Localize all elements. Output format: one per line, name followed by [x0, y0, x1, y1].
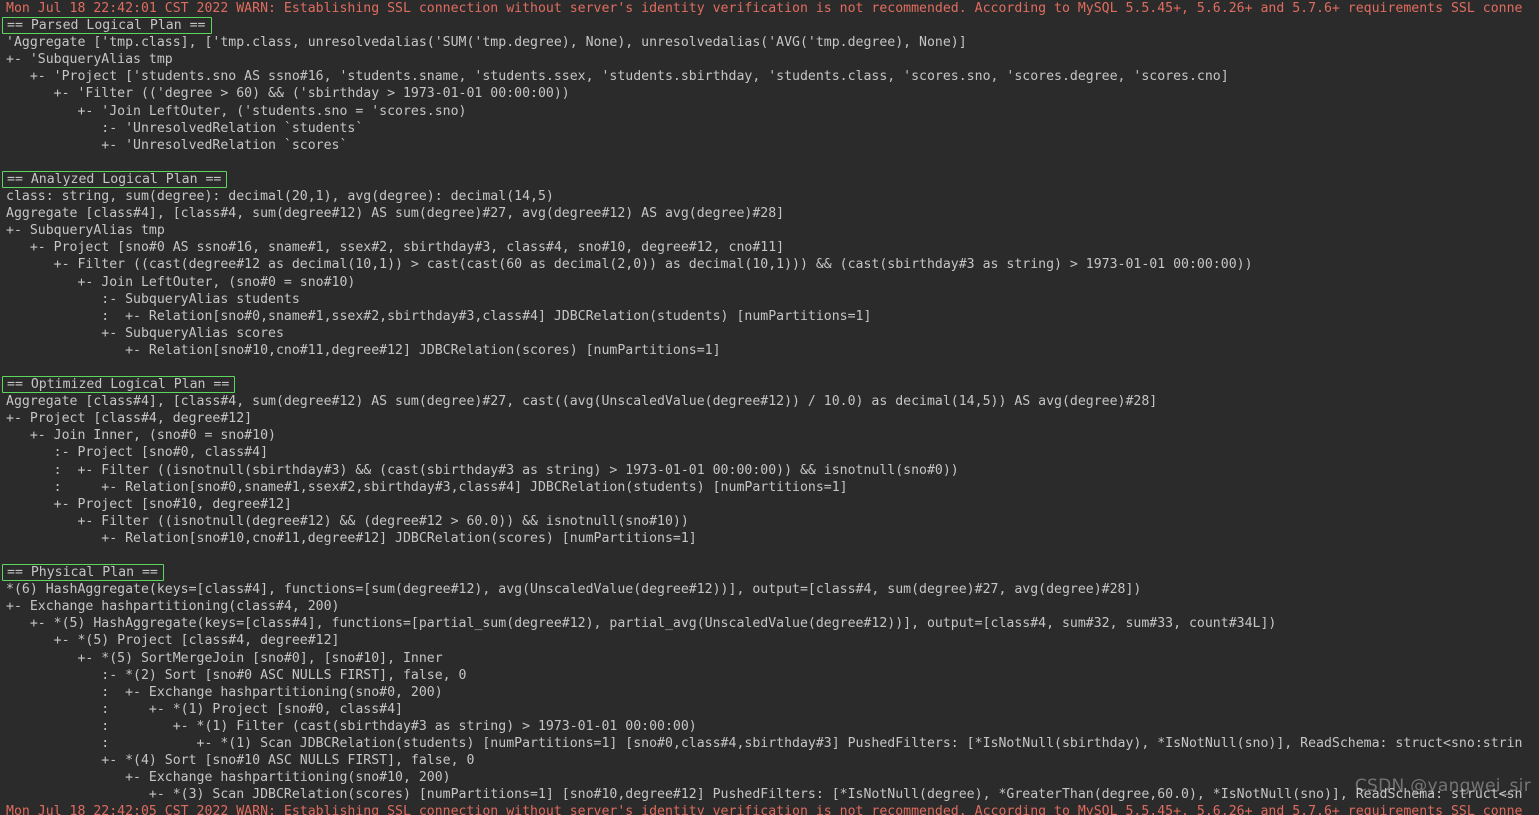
plan-line: +- *(5) Project [class#4, degree#12] — [6, 633, 340, 649]
plan-line: +- 'SubqueryAlias tmp — [6, 52, 173, 68]
plan-line: Aggregate [class#4], [class#4, sum(degre… — [6, 394, 1158, 410]
plan-line: +- Project [sno#10, degree#12] — [6, 496, 292, 512]
plan-section-header: == Parsed Logical Plan == — [0, 17, 1539, 35]
plan-line: +- 'UnresolvedRelation `scores` — [6, 137, 348, 153]
plan-line: : +- *(1) Filter (cast(sbirthday#3 as st… — [6, 718, 697, 734]
plan-line: +- Relation[sno#10,cno#11,degree#12] JDB… — [6, 530, 697, 546]
plan-line: : +- Filter ((isnotnull(sbirthday#3) && … — [6, 462, 959, 478]
plan-section-highlight-box: == Physical Plan == — [2, 564, 164, 582]
plan-line: : +- Exchange hashpartitioning(sno#0, 20… — [6, 684, 443, 700]
plan-line: +- *(3) Scan JDBCRelation(scores) [numPa… — [6, 787, 1523, 803]
plan-line: +- SubqueryAlias tmp — [6, 223, 165, 239]
plan-line: *(6) HashAggregate(keys=[class#4], funct… — [6, 582, 1142, 598]
plan-line: :- *(2) Sort [sno#0 ASC NULLS FIRST], fa… — [6, 667, 467, 683]
plan-line: :- 'UnresolvedRelation `students` — [6, 120, 364, 136]
plan-line: +- Filter ((isnotnull(degree#12) && (deg… — [6, 513, 689, 529]
plan-line: :- SubqueryAlias students — [6, 291, 300, 307]
plan-line: +- Relation[sno#10,cno#11,degree#12] JDB… — [6, 342, 721, 358]
plan-line: +- *(4) Sort [sno#10 ASC NULLS FIRST], f… — [6, 753, 475, 769]
plan-line: +- Join LeftOuter, (sno#0 = sno#10) — [6, 274, 356, 290]
plan-line: : +- Relation[sno#0,sname#1,ssex#2,sbirt… — [6, 308, 872, 324]
plan-line: : +- *(1) Scan JDBCRelation(students) [n… — [6, 736, 1523, 752]
plan-line: +- *(5) HashAggregate(keys=[class#4], fu… — [6, 616, 1277, 632]
plan-line: +- Project [class#4, degree#12] — [6, 411, 253, 427]
plan-line: +- Exchange hashpartitioning(class#4, 20… — [6, 599, 340, 615]
plan-section-header: == Optimized Logical Plan == — [0, 376, 1539, 394]
plan-section-header: == Analyzed Logical Plan == — [0, 170, 1539, 188]
plan-line: : +- *(1) Project [sno#0, class#4] — [6, 701, 403, 717]
plan-line: +- *(5) SortMergeJoin [sno#0], [sno#10],… — [6, 650, 443, 666]
plan-line: +- Join Inner, (sno#0 = sno#10) — [6, 428, 276, 444]
plan-line: +- 'Join LeftOuter, ('students.sno = 'sc… — [6, 103, 467, 119]
plan-section-highlight-box: == Analyzed Logical Plan == — [2, 170, 228, 188]
plan-line: 'Aggregate ['tmp.class], ['tmp.class, un… — [6, 35, 967, 51]
console-lines-container: Mon Jul 18 22:42:01 CST 2022 WARN: Estab… — [0, 0, 1539, 815]
plan-section-highlight-box: == Optimized Logical Plan == — [2, 376, 236, 394]
console-output-panel[interactable]: Mon Jul 18 22:42:01 CST 2022 WARN: Estab… — [0, 0, 1539, 815]
plan-section-highlight-box: == Parsed Logical Plan == — [2, 17, 212, 35]
plan-line: +- Project [sno#0 AS ssno#16, sname#1, s… — [6, 240, 785, 256]
plan-line: +- Exchange hashpartitioning(sno#10, 200… — [6, 770, 451, 786]
plan-line: +- SubqueryAlias scores — [6, 325, 284, 341]
plan-line: class: string, sum(degree): decimal(20,1… — [6, 189, 554, 205]
plan-line: +- 'Project ['students.sno AS ssno#16, '… — [6, 69, 1229, 85]
plan-section-header: == Physical Plan == — [0, 564, 1539, 582]
plan-line: :- Project [sno#0, class#4] — [6, 445, 269, 461]
warning-line: Mon Jul 18 22:42:01 CST 2022 WARN: Estab… — [6, 1, 1523, 16]
plan-line: +- Filter ((cast(degree#12 as decimal(10… — [6, 257, 1253, 273]
plan-line: Aggregate [class#4], [class#4, sum(degre… — [6, 206, 785, 222]
plan-line: +- 'Filter (('degree > 60) && ('sbirthda… — [6, 86, 570, 102]
plan-line: : +- Relation[sno#0,sname#1,ssex#2,sbirt… — [6, 479, 848, 495]
warning-line: Mon Jul 18 22:42:05 CST 2022 WARN: Estab… — [6, 804, 1523, 815]
